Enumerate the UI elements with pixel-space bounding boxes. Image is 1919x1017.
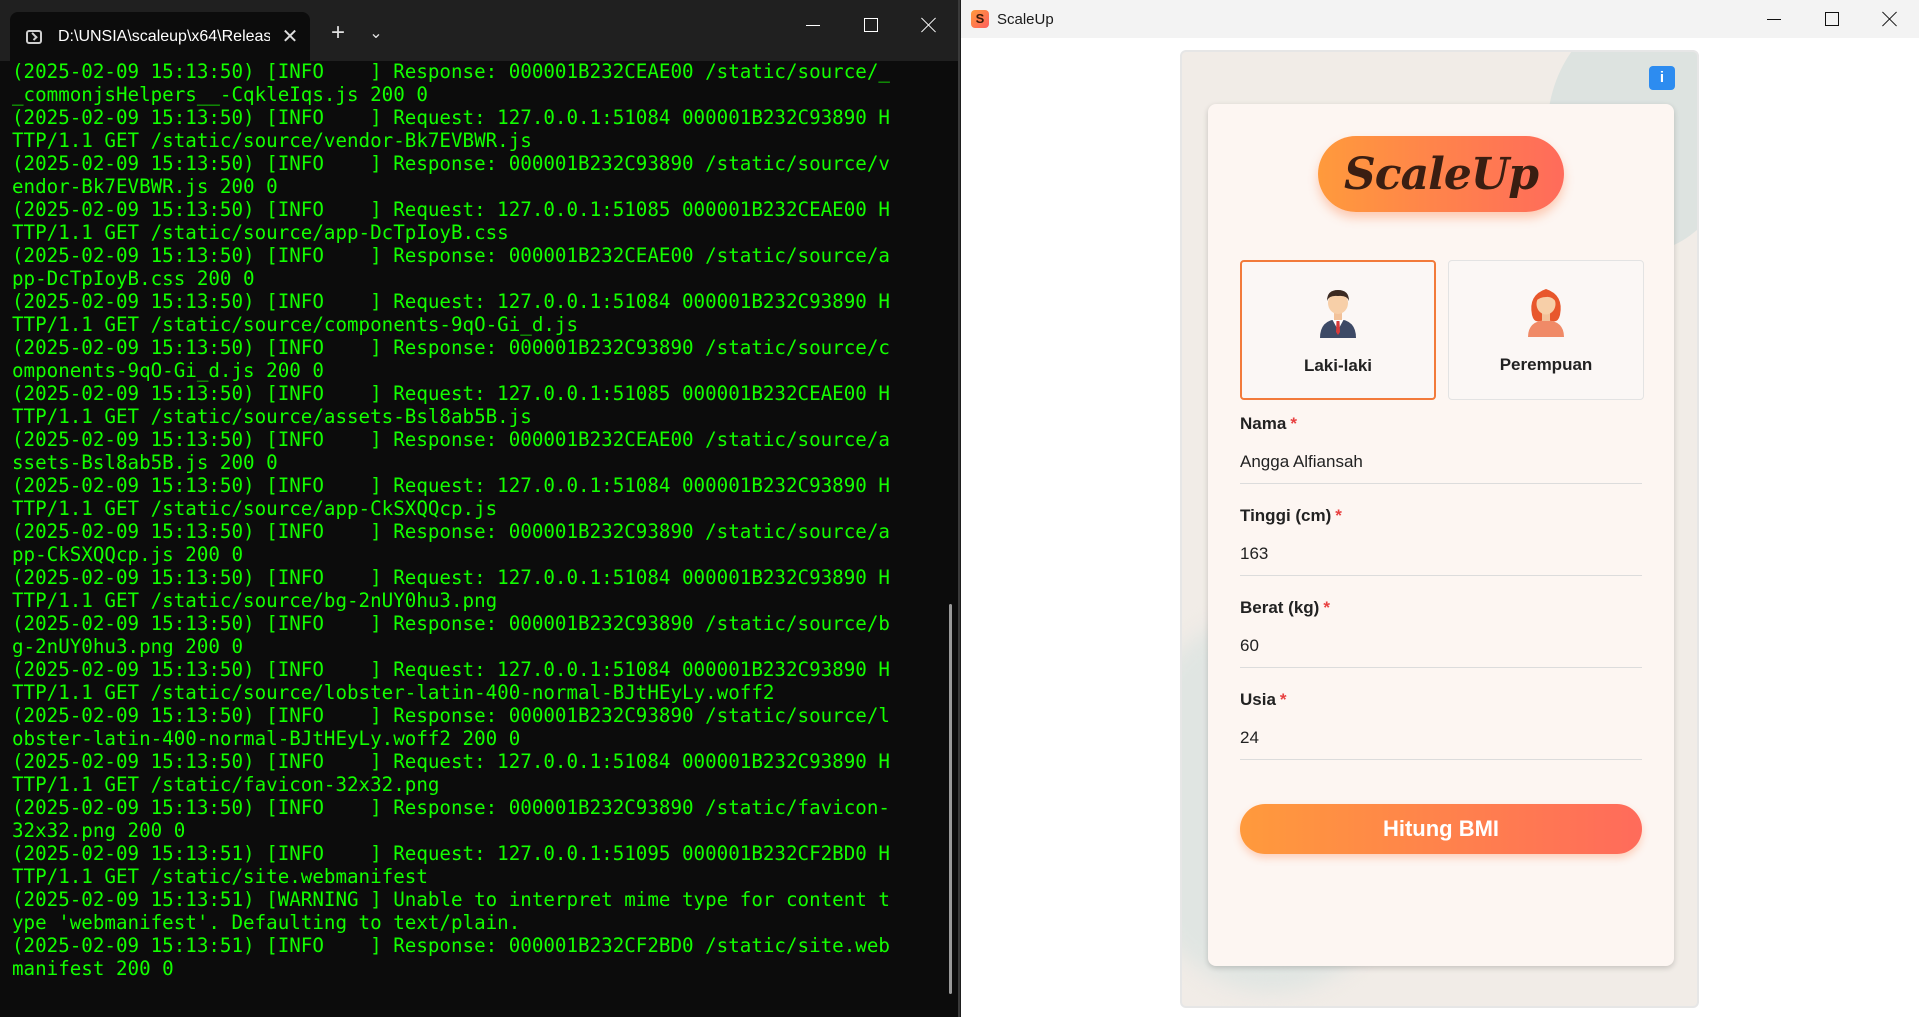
minimize-icon — [806, 24, 820, 26]
maximize-button[interactable] — [1803, 0, 1861, 38]
terminal-line: TTP/1.1 GET /static/source/bg-2nUY0hu3.p… — [12, 589, 498, 612]
terminal-line: g-2nUY0hu3.png 200 0 — [12, 635, 244, 658]
terminal-line: (2025-02-09 15:13:50) [INFO ] Response: … — [12, 152, 890, 175]
terminal-line: (2025-02-09 15:13:50) [INFO ] Request: 1… — [12, 658, 890, 681]
minimize-button[interactable] — [784, 0, 842, 50]
bmi-form-card: ScaleUp Laki-laki Perempuan Nama * Angga… — [1208, 104, 1674, 966]
logo-text: ScaleUp — [1344, 148, 1539, 200]
terminal-output[interactable]: (2025-02-09 15:13:50) [INFO ] Response: … — [12, 60, 932, 1010]
terminal-line: _commonjsHelpers__-CqkleIqs.js 200 0 — [12, 83, 428, 106]
terminal-line: TTP/1.1 GET /static/favicon-32x32.png — [12, 773, 440, 796]
terminal-line: (2025-02-09 15:13:50) [INFO ] Request: 1… — [12, 382, 890, 405]
usia-label-text: Usia — [1240, 690, 1276, 709]
gender-female-option[interactable]: Perempuan — [1448, 260, 1644, 400]
terminal-line: (2025-02-09 15:13:50) [INFO ] Response: … — [12, 336, 890, 359]
berat-label-text: Berat (kg) — [1240, 598, 1320, 617]
terminal-line: endor-Bk7EVBWR.js 200 0 — [12, 175, 278, 198]
close-button[interactable] — [1861, 0, 1919, 38]
terminal-window-controls — [784, 0, 958, 50]
terminal-line: 32x32.png 200 0 — [12, 819, 186, 842]
terminal-line: (2025-02-09 15:13:50) [INFO ] Response: … — [12, 520, 890, 543]
app-viewport: i ScaleUp Laki-laki Perempuan Nama * Ang… — [1180, 50, 1699, 1008]
usia-input[interactable] — [1240, 717, 1642, 760]
nama-input[interactable] — [1240, 441, 1642, 484]
terminal-line: ssets-Bsl8ab5B.js 200 0 — [12, 451, 278, 474]
terminal-icon — [26, 29, 42, 44]
minimize-icon — [1767, 18, 1781, 20]
maximize-icon — [864, 18, 878, 32]
required-mark: * — [1335, 506, 1342, 525]
terminal-line: TTP/1.1 GET /static/source/app-DcTpIoyB.… — [12, 221, 509, 244]
nama-label-text: Nama — [1240, 414, 1287, 433]
terminal-line: TTP/1.1 GET /static/source/assets-Bsl8ab… — [12, 405, 532, 428]
terminal-line: TTP/1.1 GET /static/source/lobster-latin… — [12, 681, 775, 704]
female-avatar-icon — [1522, 285, 1570, 337]
terminal-window: D:\UNSIA\scaleup\x64\Releas ✕ + ⌄ (2025-… — [0, 0, 960, 1017]
close-icon — [1882, 11, 1898, 27]
berat-input[interactable] — [1240, 625, 1642, 668]
terminal-line: omponents-9qO-Gi_d.js 200 0 — [12, 359, 324, 382]
gender-female-label: Perempuan — [1499, 355, 1593, 374]
usia-label: Usia * — [1240, 690, 1287, 710]
close-button[interactable] — [900, 0, 958, 50]
terminal-line: (2025-02-09 15:13:50) [INFO ] Response: … — [12, 244, 890, 267]
app-window-title: ScaleUp — [997, 10, 1054, 28]
tinggi-label: Tinggi (cm) * — [1240, 506, 1342, 526]
terminal-line: (2025-02-09 15:13:51) [INFO ] Request: 1… — [12, 842, 890, 865]
gender-male-option[interactable]: Laki-laki — [1240, 260, 1436, 400]
terminal-line: (2025-02-09 15:13:50) [INFO ] Response: … — [12, 428, 890, 451]
terminal-line: (2025-02-09 15:13:50) [INFO ] Request: 1… — [12, 290, 890, 313]
maximize-button[interactable] — [842, 0, 900, 50]
terminal-line: (2025-02-09 15:13:50) [INFO ] Request: 1… — [12, 198, 890, 221]
scaleup-logo: ScaleUp — [1318, 136, 1564, 212]
terminal-line: ype 'webmanifest'. Defaulting to text/pl… — [12, 911, 521, 934]
close-tab-icon[interactable]: ✕ — [270, 24, 310, 49]
terminal-line: obster-latin-400-normal-BJtHEyLy.woff2 2… — [12, 727, 521, 750]
terminal-line: (2025-02-09 15:13:50) [INFO ] Response: … — [12, 612, 890, 635]
app-logo-icon: S — [971, 10, 989, 28]
male-avatar-icon — [1314, 286, 1362, 338]
terminal-tab-title: D:\UNSIA\scaleup\x64\Releas — [58, 27, 270, 45]
required-mark: * — [1323, 598, 1330, 617]
terminal-titlebar: D:\UNSIA\scaleup\x64\Releas ✕ + ⌄ — [0, 0, 958, 61]
chevron-down-icon[interactable]: ⌄ — [362, 18, 390, 50]
terminal-line: (2025-02-09 15:13:50) [INFO ] Request: 1… — [12, 566, 890, 589]
minimize-button[interactable] — [1745, 0, 1803, 38]
required-mark: * — [1279, 690, 1287, 709]
maximize-icon — [1825, 12, 1839, 26]
hitung-bmi-button[interactable]: Hitung BMI — [1240, 804, 1642, 854]
close-icon — [921, 17, 937, 33]
terminal-line: (2025-02-09 15:13:50) [INFO ] Request: 1… — [12, 474, 890, 497]
terminal-line: pp-DcTpIoyB.css 200 0 — [12, 267, 255, 290]
tinggi-label-text: Tinggi (cm) — [1240, 506, 1332, 525]
terminal-line: (2025-02-09 15:13:50) [INFO ] Request: 1… — [12, 750, 890, 773]
scaleup-window: S ScaleUp i ScaleUp Laki-laki Perempuan … — [961, 0, 1919, 1017]
terminal-line: TTP/1.1 GET /static/site.webmanifest — [12, 865, 428, 888]
terminal-line: (2025-02-09 15:13:50) [INFO ] Response: … — [12, 60, 890, 83]
terminal-line: (2025-02-09 15:13:50) [INFO ] Request: 1… — [12, 106, 890, 129]
gender-male-label: Laki-laki — [1303, 356, 1373, 375]
terminal-line: (2025-02-09 15:13:50) [INFO ] Response: … — [12, 796, 890, 819]
terminal-line: manifest 200 0 — [12, 957, 174, 980]
app-window-controls — [1745, 0, 1919, 38]
terminal-line: TTP/1.1 GET /static/source/app-CkSXQQcp.… — [12, 497, 498, 520]
terminal-line: (2025-02-09 15:13:51) [INFO ] Response: … — [12, 934, 890, 957]
terminal-line: (2025-02-09 15:13:51) [WARNING ] Unable … — [12, 888, 890, 911]
terminal-line: TTP/1.1 GET /static/source/components-9q… — [12, 313, 579, 336]
tinggi-input[interactable] — [1240, 533, 1642, 576]
app-titlebar: S ScaleUp — [961, 0, 1919, 38]
terminal-scrollbar[interactable] — [949, 604, 952, 994]
terminal-line: (2025-02-09 15:13:50) [INFO ] Response: … — [12, 704, 890, 727]
info-button[interactable]: i — [1649, 66, 1675, 90]
required-mark: * — [1290, 414, 1297, 433]
nama-label: Nama * — [1240, 414, 1297, 434]
terminal-tab[interactable]: D:\UNSIA\scaleup\x64\Releas ✕ — [10, 12, 310, 61]
terminal-line: TTP/1.1 GET /static/source/vendor-Bk7EVB… — [12, 129, 532, 152]
new-tab-button[interactable]: + — [322, 18, 354, 50]
berat-label: Berat (kg) * — [1240, 598, 1330, 618]
terminal-line: pp-CkSXQQcp.js 200 0 — [12, 543, 244, 566]
